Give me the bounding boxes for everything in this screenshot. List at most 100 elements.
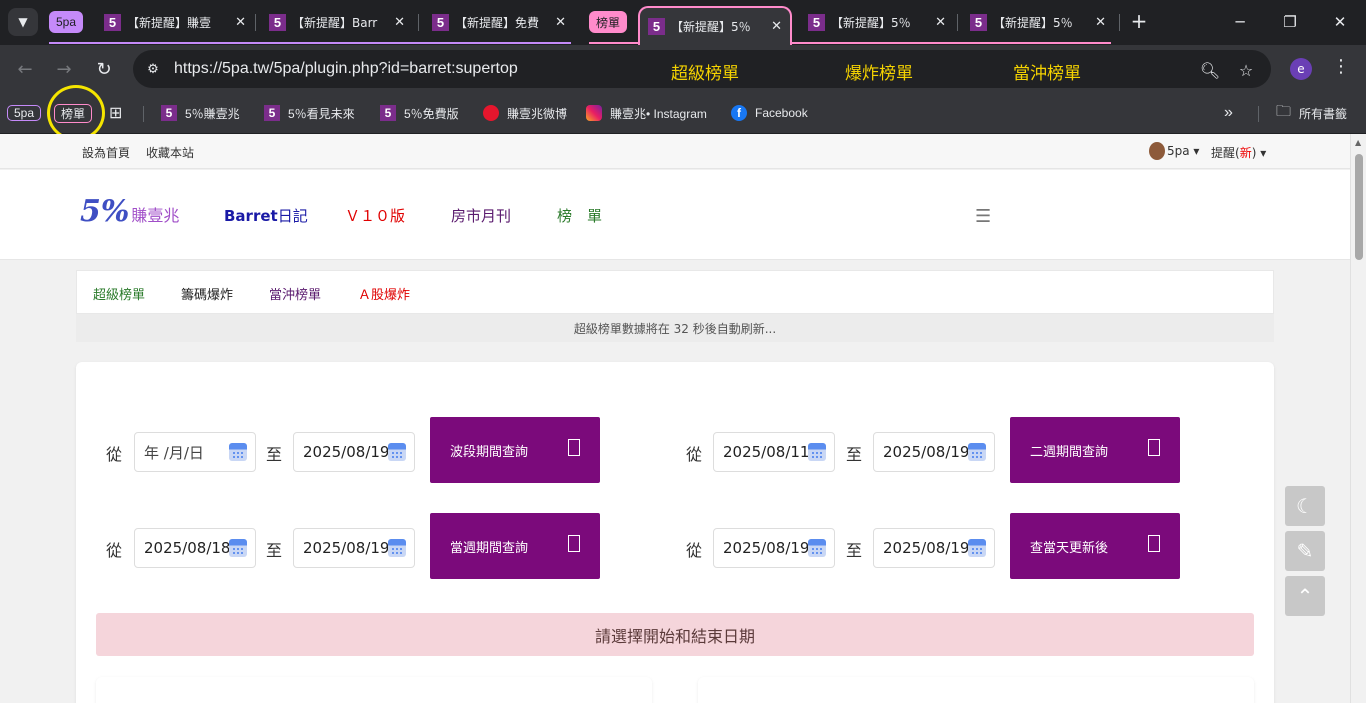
bookmark-3[interactable]: 5 5％免費版 (380, 102, 459, 124)
edit-button[interactable]: ✎ (1285, 531, 1325, 571)
close-window-button[interactable]: ✕ (1327, 9, 1353, 35)
moon-icon: ☾ (1296, 494, 1314, 518)
tab-title: 【新提醒】5％ (831, 15, 911, 30)
today-start-date-input[interactable]: 2025/08/19 (713, 528, 835, 568)
dark-mode-button[interactable]: ☾ (1285, 486, 1325, 526)
calendar-icon[interactable] (808, 443, 826, 461)
bookmark-6[interactable]: f Facebook (731, 102, 808, 124)
hamburger-menu-icon[interactable]: ☰ (975, 206, 995, 227)
bookmark-5[interactable]: 賺壹兆• Instagram (586, 102, 707, 124)
close-icon[interactable]: ✕ (555, 15, 566, 30)
tab-separator (957, 14, 958, 31)
star-icon[interactable]: ☆ (1235, 59, 1257, 81)
box-icon (568, 535, 580, 552)
subtab-daytrade[interactable]: 當沖榜單 (269, 284, 321, 303)
nav-barret-word: Barret (224, 207, 278, 225)
menu-kebab-icon[interactable]: ⋮ (1332, 56, 1350, 77)
bookmark-group-5pa[interactable]: 5pa (7, 102, 42, 124)
button-label: 查當天更新後 (1030, 540, 1109, 556)
today-end-date-input[interactable]: 2025/08/19 (873, 528, 995, 568)
tab-2[interactable]: 5 【新提醒】Barr ✕ (261, 7, 413, 37)
today-updated-query-button[interactable]: 查當天更新後 (1010, 513, 1180, 579)
calendar-icon[interactable] (388, 443, 406, 461)
calendar-icon[interactable] (388, 539, 406, 557)
week-end-date-input[interactable]: 2025/08/19 (293, 528, 415, 568)
site-5pa-icon: 5 (269, 13, 286, 31)
more-bookmarks-button[interactable]: » (1224, 102, 1233, 124)
bookmark-2[interactable]: 5 5％看見未來 (264, 102, 355, 124)
close-icon[interactable]: ✕ (935, 15, 946, 30)
restore-button[interactable]: ❐ (1277, 9, 1303, 35)
tab-1[interactable]: 5 【新提醒】賺壹 ✕ (96, 7, 254, 37)
two-week-end-date-input[interactable]: 2025/08/19 (873, 432, 995, 472)
calendar-icon[interactable] (968, 539, 986, 557)
nav-monthly[interactable]: 房市月刊 (451, 205, 511, 226)
site-info-icon[interactable]: ⚙ (143, 59, 163, 79)
all-bookmarks-label: 所有書籤 (1299, 106, 1348, 121)
tab-title: 【新提醒】Barr (292, 15, 378, 30)
tab-search-button[interactable]: ▼ (8, 8, 38, 36)
wave-start-date-input[interactable]: 年 /月/日 (134, 432, 256, 472)
set-homepage-link[interactable]: 設為首頁 (82, 144, 130, 161)
subtab-a-share[interactable]: Ａ股爆炸 (358, 284, 410, 303)
logo-number: 5% (80, 194, 130, 229)
scroll-thumb[interactable] (1355, 154, 1363, 260)
subtab-super[interactable]: 超級榜單 (93, 284, 145, 303)
url-text[interactable]: https://5pa.tw/5pa/plugin.php?id=barret:… (174, 60, 518, 78)
from-label: 從 (686, 445, 703, 464)
tab-6[interactable]: 5 【新提醒】5％ ✕ (962, 7, 1114, 37)
result-card-right (698, 677, 1254, 703)
tab-separator (1119, 14, 1120, 31)
close-icon[interactable]: ✕ (394, 15, 405, 30)
close-icon[interactable]: ✕ (771, 19, 782, 34)
bookmark-group-ranking[interactable]: 榜單 (54, 102, 93, 124)
tab-group-ranking[interactable]: 榜單 (589, 11, 628, 33)
back-button[interactable]: ← (11, 55, 39, 83)
bookmark-1[interactable]: 5 5％賺壹兆 (161, 102, 240, 124)
this-week-query-button[interactable]: 當週期間查詢 (430, 513, 600, 579)
notification-menu[interactable]: 提醒(新) ▾ (1211, 144, 1266, 161)
calendar-icon[interactable] (229, 443, 247, 461)
wave-period-query-button[interactable]: 波段期間查詢 (430, 417, 600, 483)
back-to-top-button[interactable]: ⌃ (1285, 576, 1325, 616)
address-bar[interactable]: ⚙ https://5pa.tw/5pa/plugin.php?id=barre… (133, 50, 1271, 88)
user-avatar[interactable] (1149, 142, 1165, 160)
nav-diary-word: 日記 (277, 207, 308, 225)
close-icon[interactable]: ✕ (235, 15, 246, 30)
site-logo[interactable]: 5% 賺壹兆 (80, 194, 179, 229)
instagram-icon (586, 105, 602, 121)
page-scrollbar[interactable]: ▲ (1350, 134, 1366, 703)
calendar-icon[interactable] (968, 443, 986, 461)
two-week-start-date-input[interactable]: 2025/08/11 (713, 432, 835, 472)
calendar-icon[interactable] (229, 539, 247, 557)
two-week-query-button[interactable]: 二週期間查詢 (1010, 417, 1180, 483)
close-icon[interactable]: ✕ (1095, 15, 1106, 30)
profile-avatar[interactable]: e (1290, 58, 1312, 80)
facebook-icon: f (731, 105, 747, 121)
edit-icon: ✎ (1296, 539, 1314, 563)
week-start-date-input[interactable]: 2025/08/18 (134, 528, 256, 568)
site-header: 5% 賺壹兆 Barret日記 Ｖ１０版 房市月刊 榜 單 ☰ (0, 170, 1350, 260)
all-bookmarks-button[interactable]: 🗀 所有書籤 (1276, 102, 1347, 124)
tab-4-active[interactable]: 5 【新提醒】5％ ✕ (638, 6, 792, 45)
tab-5[interactable]: 5 【新提醒】5％ ✕ (800, 7, 954, 37)
bookmark-site-link[interactable]: 收藏本站 (146, 144, 194, 161)
scroll-up-icon[interactable]: ▲ (1355, 138, 1361, 147)
forward-button[interactable]: → (50, 55, 78, 83)
ranking-subtabs: 超級榜單 籌碼爆炸 當沖榜單 Ａ股爆炸 (76, 270, 1274, 314)
tab-group-5pa[interactable]: 5pa (49, 11, 84, 33)
new-tab-button[interactable]: + (1127, 9, 1151, 33)
nav-v10[interactable]: Ｖ１０版 (345, 205, 405, 226)
apps-grid-icon[interactable]: ⊞ (109, 102, 122, 124)
user-menu[interactable]: 5pa ▾ (1167, 144, 1199, 158)
nav-ranking[interactable]: 榜 單 (557, 205, 602, 226)
tab-3[interactable]: 5 【新提醒】免費 ✕ (424, 7, 574, 37)
nav-barret-diary[interactable]: Barret日記 (224, 205, 308, 226)
calendar-icon[interactable] (808, 539, 826, 557)
wave-end-date-input[interactable]: 2025/08/19 (293, 432, 415, 472)
minimize-button[interactable]: ─ (1227, 9, 1253, 35)
subtab-chips[interactable]: 籌碼爆炸 (181, 284, 233, 303)
zoom-icon[interactable]: 🔍︎ (1199, 59, 1221, 81)
reload-button[interactable]: ↻ (90, 55, 118, 83)
bookmark-4[interactable]: 賺壹兆微博 (483, 102, 567, 124)
